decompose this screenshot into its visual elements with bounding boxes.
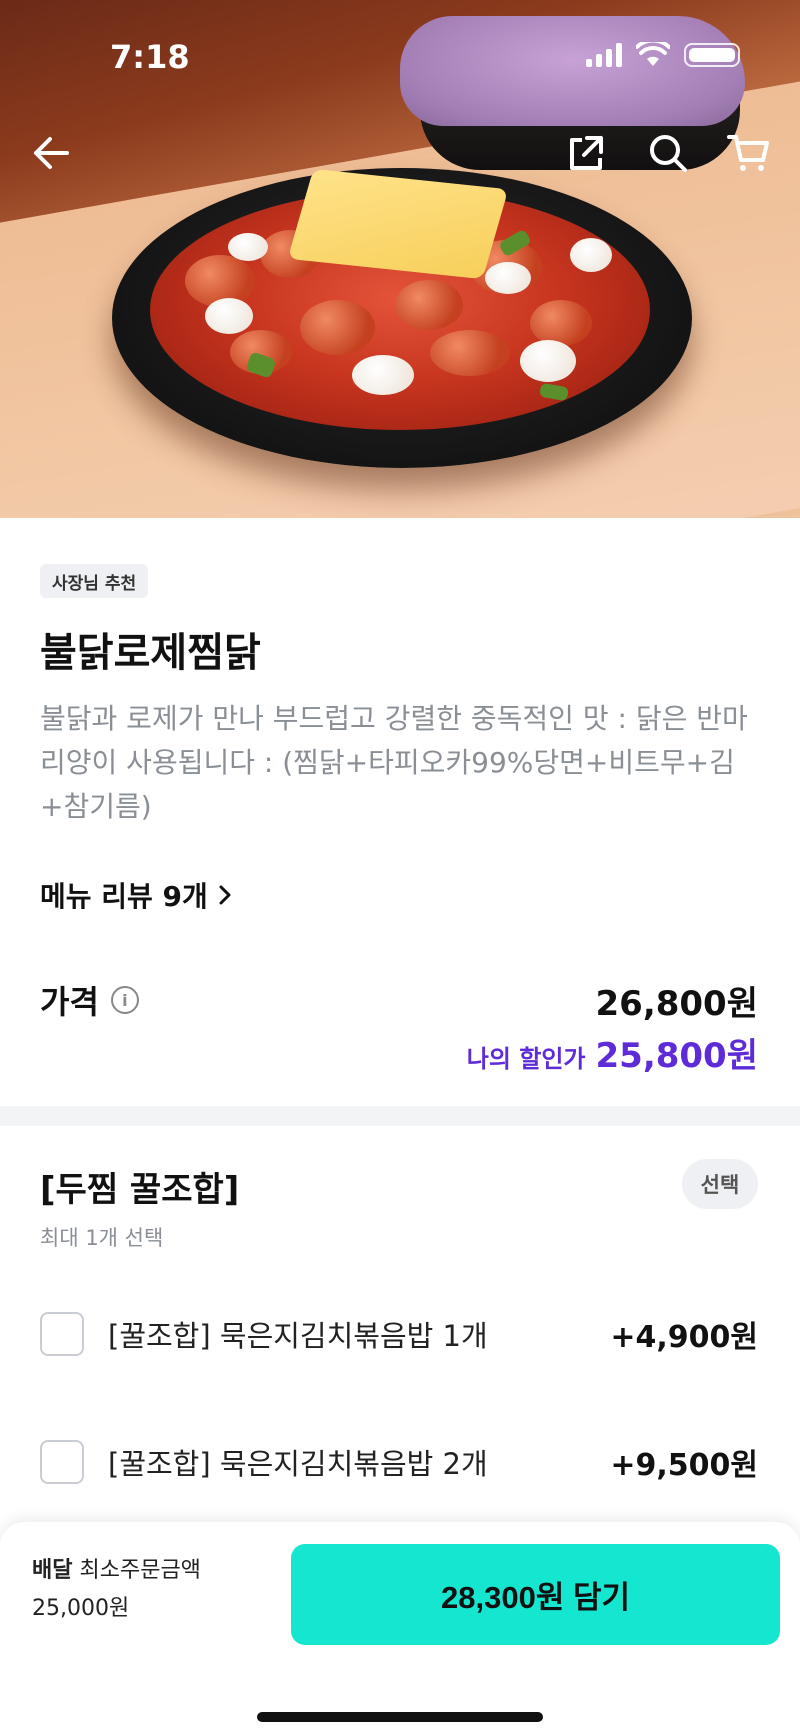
price-original: 26,800원 bbox=[595, 984, 758, 1024]
rice-cake bbox=[485, 262, 531, 294]
bottom-action-bar: 배달 최소주문금액 25,000원 28,300원 담기 bbox=[0, 1522, 800, 1735]
status-icons bbox=[586, 42, 740, 68]
food-piece bbox=[430, 330, 510, 376]
chevron-right-icon bbox=[219, 885, 231, 905]
option-price: +9,500원 bbox=[610, 1448, 758, 1483]
min-order-label: 최소주문금액 bbox=[79, 1558, 201, 1583]
wifi-icon bbox=[636, 42, 670, 66]
food-piece bbox=[300, 300, 375, 355]
option-price: +4,900원 bbox=[610, 1320, 758, 1355]
option-row[interactable]: [꿀조합] 묵은지김치볶음밥 1개 +4,900원 bbox=[40, 1310, 758, 1358]
option-label: [꿀조합] 묵은지김치볶음밥 1개 bbox=[108, 1319, 488, 1353]
food-piece bbox=[530, 300, 592, 346]
menu-review-label: 메뉴 리뷰 9개 bbox=[40, 880, 208, 913]
food-piece bbox=[395, 280, 463, 330]
cart-icon bbox=[727, 135, 769, 171]
option-checkbox[interactable] bbox=[40, 1440, 84, 1484]
info-icon[interactable]: i bbox=[110, 986, 139, 1014]
share-button[interactable] bbox=[563, 130, 609, 176]
home-indicator bbox=[257, 1712, 543, 1722]
price-label-row: 가격 i bbox=[40, 977, 139, 1023]
container-lid bbox=[400, 16, 745, 126]
arrow-left-icon bbox=[34, 137, 69, 169]
option-group-subtitle: 최대 1개 선택 bbox=[40, 1226, 164, 1250]
rice-cake bbox=[228, 233, 268, 261]
product-hero-image: 7:18 bbox=[0, 0, 800, 518]
status-time: 7:18 bbox=[110, 38, 190, 76]
min-order-info: 배달 최소주문금액 25,000원 bbox=[32, 1552, 201, 1628]
signal-icon bbox=[586, 43, 622, 67]
rice-cake bbox=[570, 238, 612, 272]
discount-price: 25,800원 bbox=[595, 1036, 758, 1076]
rice-cake bbox=[205, 298, 253, 334]
option-checkbox[interactable] bbox=[40, 1312, 84, 1356]
product-description: 불닭과 로제가 만나 부드럽고 강렬한 중독적인 맛 : 닭은 반마리양이 사용… bbox=[40, 702, 748, 823]
battery-icon bbox=[684, 43, 740, 67]
min-order-value: 25,000원 bbox=[32, 1596, 130, 1621]
option-group-title: [두찜 꿀조합] bbox=[40, 1170, 240, 1210]
price-discount: 나의 할인가 25,800원 bbox=[467, 1028, 758, 1077]
option-row[interactable]: [꿀조합] 묵은지김치볶음밥 2개 +9,500원 bbox=[40, 1438, 758, 1486]
share-icon bbox=[570, 136, 603, 170]
delivery-label: 배달 bbox=[32, 1558, 73, 1583]
rice-cake bbox=[352, 355, 414, 395]
rice-cake bbox=[520, 340, 576, 382]
section-divider bbox=[0, 1106, 800, 1126]
recommend-badge: 사장님 추천 bbox=[40, 564, 149, 598]
menu-review-link[interactable]: 메뉴 리뷰 9개 bbox=[40, 875, 232, 915]
option-optional-badge: 선택 bbox=[682, 1159, 758, 1209]
price-label: 가격 bbox=[40, 983, 99, 1021]
add-to-cart-button[interactable]: 28,300원 담기 bbox=[291, 1544, 780, 1645]
product-title: 불닭로제찜닭 bbox=[40, 630, 261, 676]
option-label: [꿀조합] 묵은지김치볶음밥 2개 bbox=[108, 1447, 488, 1481]
discount-label: 나의 할인가 bbox=[466, 1045, 586, 1073]
back-button[interactable] bbox=[28, 130, 74, 176]
search-button[interactable] bbox=[645, 130, 691, 176]
cart-button[interactable] bbox=[725, 130, 771, 176]
search-icon bbox=[650, 135, 687, 172]
